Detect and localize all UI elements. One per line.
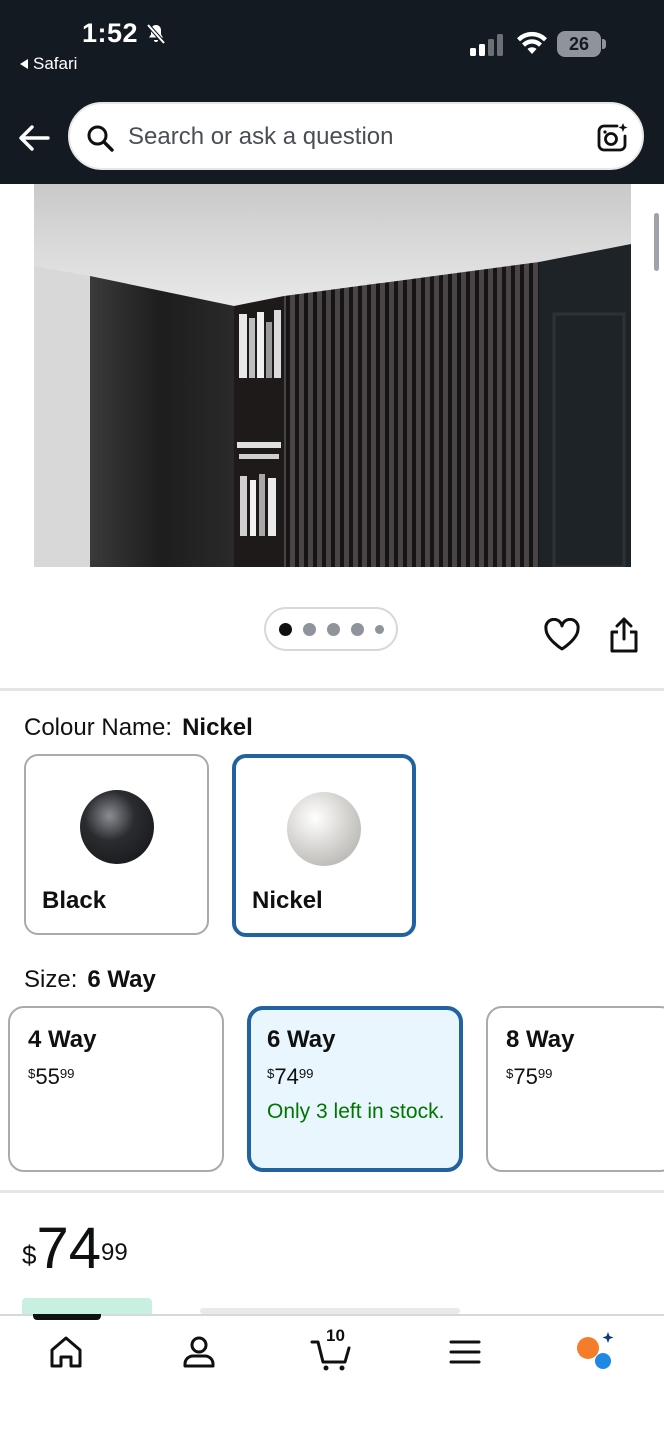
search-icon (87, 125, 114, 152)
size-option-title: 8 Way (506, 1026, 575, 1053)
search-input[interactable] (128, 118, 568, 156)
colour-option-label: Black (42, 887, 107, 914)
account-icon[interactable] (177, 1330, 221, 1374)
colour-label-text: Colour Name: (24, 714, 173, 741)
pager-dot[interactable] (326, 622, 340, 636)
pager-dot[interactable] (374, 624, 384, 634)
currency-symbol: $ (267, 1066, 275, 1081)
top-header: 1:52 Safari 26 (0, 0, 664, 184)
cart-count-badge: 10 (326, 1326, 345, 1345)
price-fraction: 99 (298, 1066, 314, 1081)
rufus-assistant-icon[interactable] (574, 1330, 618, 1374)
colour-label: Colour Name: Nickel (24, 714, 253, 742)
price-whole: 55 (35, 1064, 60, 1089)
camera-lens-icon[interactable] (596, 122, 628, 154)
section-divider (0, 1190, 664, 1193)
assistant-blue-shape (595, 1353, 611, 1369)
size-option-6-way[interactable]: 6 Way $7499 Only 3 left in stock. (247, 1006, 463, 1172)
wifi-icon (517, 31, 547, 54)
assistant-orange-shape (577, 1337, 599, 1359)
active-tab-indicator (33, 1314, 101, 1320)
cellular-signal-icon (470, 34, 503, 56)
size-option-8-way[interactable]: 8 Way $7599 (486, 1006, 664, 1172)
price-whole: 74 (274, 1064, 299, 1089)
colour-option-label: Nickel (252, 887, 323, 914)
colour-option-nickel[interactable]: Nickel (232, 754, 416, 937)
back-arrow-icon[interactable] (16, 120, 52, 156)
product-room-photo (34, 184, 631, 567)
stock-warning: Only 3 left in stock. (267, 1100, 445, 1123)
image-pager[interactable] (264, 607, 398, 651)
section-divider (0, 688, 664, 691)
scroll-indicator[interactable] (654, 213, 659, 271)
share-icon[interactable] (608, 616, 640, 654)
pager-dot[interactable] (350, 622, 364, 636)
size-selected-value: 6 Way (87, 966, 156, 993)
back-app-label: Safari (33, 54, 78, 73)
nickel-swatch-ball (287, 792, 361, 866)
back-triangle-icon (20, 59, 28, 69)
search-bar[interactable] (68, 102, 644, 170)
heart-icon[interactable] (543, 618, 581, 652)
price-currency: $ (22, 1240, 37, 1270)
price-fraction: 99 (59, 1066, 75, 1081)
product-image[interactable] (34, 184, 631, 567)
currency-symbol: $ (506, 1066, 514, 1081)
size-option-title: 6 Way (267, 1026, 336, 1053)
status-time: 1:52 (82, 18, 139, 48)
size-label: Size: 6 Way (24, 966, 156, 994)
pager-dot[interactable] (302, 622, 316, 636)
price-fraction: 99 (537, 1066, 553, 1081)
colour-selected-value: Nickel (182, 714, 253, 741)
size-option-price: $7499 (267, 1064, 459, 1090)
battery-level: 26 (557, 31, 601, 57)
home-icon[interactable] (44, 1330, 88, 1374)
price-whole: 74 (36, 1216, 101, 1281)
black-swatch-ball (79, 790, 154, 864)
pager-dot[interactable] (278, 622, 292, 636)
price-fraction: 99 (100, 1239, 128, 1266)
size-label-text: Size: (24, 966, 78, 993)
size-option-price: $7599 (506, 1064, 664, 1090)
battery-indicator: 26 (557, 31, 607, 57)
product-price: $7499 (22, 1216, 128, 1282)
menu-icon[interactable] (443, 1330, 487, 1374)
bell-muted-icon (146, 23, 166, 45)
size-option-4-way[interactable]: 4 Way $5599 (8, 1006, 224, 1172)
currency-symbol: $ (28, 1066, 36, 1081)
back-to-app-link[interactable]: Safari (20, 54, 77, 74)
size-option-title: 4 Way (28, 1026, 97, 1053)
price-whole: 75 (513, 1064, 538, 1089)
size-option-price: $5599 (28, 1064, 222, 1090)
colour-option-black[interactable]: Black (24, 754, 209, 935)
battery-nub (602, 39, 606, 49)
